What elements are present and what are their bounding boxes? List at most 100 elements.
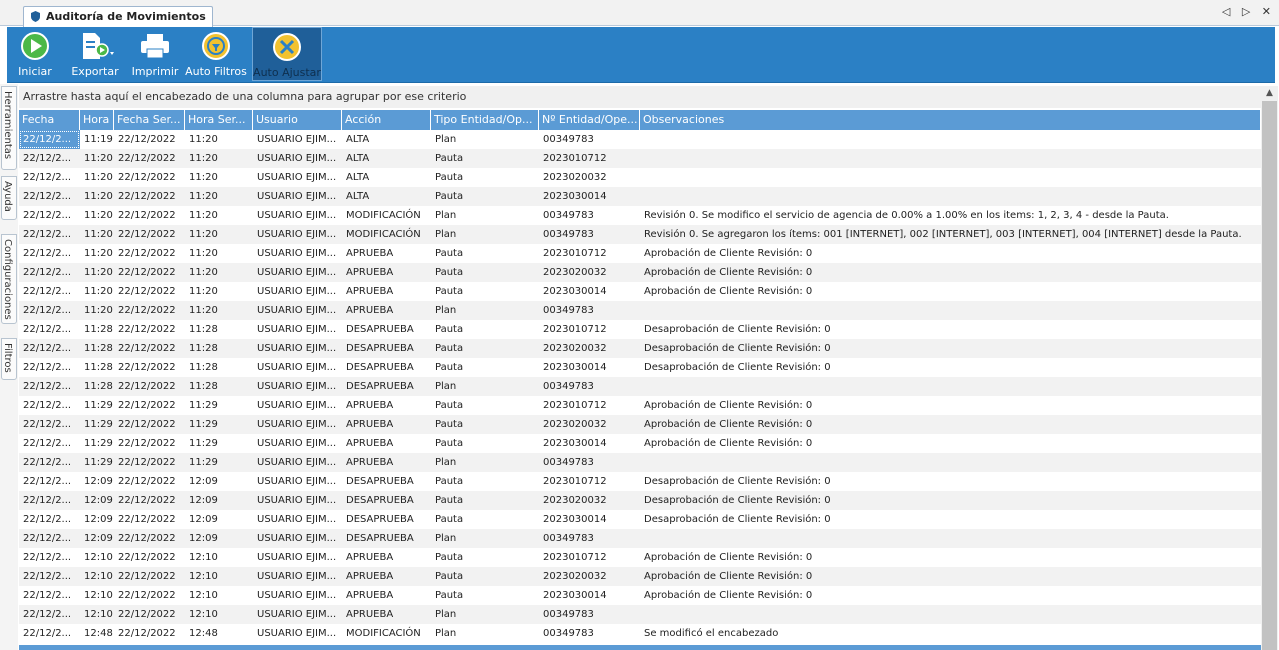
cell-hora-servidor[interactable]: 11:28 [185,358,253,377]
cell-hora-servidor[interactable]: 11:20 [185,130,253,149]
cell-fecha[interactable]: 22/12/2... [19,548,80,567]
cell-accion[interactable]: DESAPRUEBA [342,491,431,510]
cell-accion[interactable]: ALTA [342,168,431,187]
table-row[interactable]: 22/12/2... 12:10 22/12/2022 12:10 USUARIO EJ… [19,605,1261,624]
cell-fecha[interactable]: 22/12/2... [19,225,80,244]
table-row[interactable]: 22/12/2... 12:09 22/12/2022 12:09 USUARIO EJ… [19,491,1261,510]
cell-fecha-servidor[interactable]: 22/12/2022 [114,605,185,624]
cell-numero-entidad[interactable]: 00349783 [539,605,640,624]
cell-accion[interactable]: APRUEBA [342,396,431,415]
cell-numero-entidad[interactable]: 2023010712 [539,548,640,567]
column-header-numero-entidad[interactable]: Nº Entidad/Ope... [539,110,640,130]
table-row[interactable]: 22/12/2... 12:48 22/12/2022 12:48 USUARIO EJ… [19,624,1261,643]
cell-observaciones[interactable]: Aprobación de Cliente Revisión: 0 [640,263,1261,282]
cell-numero-entidad[interactable]: 2023020032 [539,567,640,586]
column-header-accion[interactable]: Acción [342,110,431,130]
cell-fecha[interactable]: 22/12/2... [19,149,80,168]
cell-observaciones[interactable]: Aprobación de Cliente Revisión: 0 [640,434,1261,453]
cell-hora-servidor[interactable]: 11:28 [185,320,253,339]
cell-fecha[interactable]: 22/12/2... [19,244,80,263]
column-header-hora[interactable]: Hora [80,110,114,130]
cell-fecha[interactable]: 22/12/2... [19,282,80,301]
cell-fecha-servidor[interactable]: 22/12/2022 [114,434,185,453]
cell-hora[interactable]: 11:20 [80,206,114,225]
cell-hora[interactable]: 11:29 [80,396,114,415]
cell-observaciones[interactable] [640,149,1261,168]
cell-fecha[interactable]: 22/12/2... [19,624,80,643]
cell-accion[interactable]: APRUEBA [342,453,431,472]
cell-usuario[interactable]: USUARIO EJIM... [253,605,342,624]
cell-numero-entidad[interactable]: 2023030014 [539,510,640,529]
cell-hora-servidor[interactable]: 11:29 [185,396,253,415]
table-row[interactable]: 22/12/2... 12:10 22/12/2022 12:10 USUARIO EJ… [19,567,1261,586]
table-row[interactable]: 22/12/2... 12:10 22/12/2022 12:10 USUARIO EJ… [19,548,1261,567]
cell-usuario[interactable]: USUARIO EJIM... [253,586,342,605]
cell-observaciones[interactable]: Desaprobación de Cliente Revisión: 0 [640,320,1261,339]
cell-hora[interactable]: 11:20 [80,244,114,263]
cell-accion[interactable]: MODIFICACIÓN [342,624,431,643]
cell-tipo-entidad[interactable]: Pauta [431,434,539,453]
cell-observaciones[interactable] [640,605,1261,624]
cell-usuario[interactable]: USUARIO EJIM... [253,206,342,225]
cell-hora-servidor[interactable]: 11:20 [185,244,253,263]
cell-hora[interactable]: 11:20 [80,301,114,320]
cell-hora-servidor[interactable]: 11:20 [185,187,253,206]
table-row[interactable]: 22/12/2... 11:20 22/12/2022 11:20 USUARIO EJ… [19,149,1261,168]
cell-hora-servidor[interactable]: 12:09 [185,472,253,491]
cell-usuario[interactable]: USUARIO EJIM... [253,434,342,453]
cell-fecha[interactable]: 22/12/2... [19,491,80,510]
table-row[interactable]: 22/12/2... 11:28 22/12/2022 11:28 USUARIO EJ… [19,358,1261,377]
cell-hora-servidor[interactable]: 11:28 [185,339,253,358]
cell-observaciones[interactable]: Aprobación de Cliente Revisión: 0 [640,548,1261,567]
cell-fecha[interactable]: 22/12/2... [19,434,80,453]
imprimir-button[interactable]: Imprimir [131,27,179,81]
cell-hora-servidor[interactable]: 11:20 [185,149,253,168]
cell-fecha-servidor[interactable]: 22/12/2022 [114,149,185,168]
table-row[interactable]: 22/12/2... 12:09 22/12/2022 12:09 USUARIO EJ… [19,529,1261,548]
cell-usuario[interactable]: USUARIO EJIM... [253,301,342,320]
cell-hora-servidor[interactable]: 11:20 [185,225,253,244]
cell-tipo-entidad[interactable]: Pauta [431,358,539,377]
cell-hora-servidor[interactable]: 11:20 [185,282,253,301]
cell-numero-entidad[interactable]: 00349783 [539,301,640,320]
cell-tipo-entidad[interactable]: Plan [431,605,539,624]
cell-fecha-servidor[interactable]: 22/12/2022 [114,567,185,586]
cell-numero-entidad[interactable]: 00349783 [539,529,640,548]
cell-hora[interactable]: 11:20 [80,225,114,244]
cell-accion[interactable]: DESAPRUEBA [342,320,431,339]
column-header-fecha-servidor[interactable]: Fecha Ser... [114,110,185,130]
cell-fecha-servidor[interactable]: 22/12/2022 [114,415,185,434]
cell-observaciones[interactable] [640,187,1261,206]
cell-tipo-entidad[interactable]: Plan [431,225,539,244]
table-row[interactable]: 22/12/2... 11:28 22/12/2022 11:28 USUARIO EJ… [19,339,1261,358]
cell-tipo-entidad[interactable]: Plan [431,529,539,548]
cell-hora-servidor[interactable]: 12:10 [185,586,253,605]
cell-accion[interactable]: APRUEBA [342,244,431,263]
cell-usuario[interactable]: USUARIO EJIM... [253,320,342,339]
table-row[interactable]: 22/12/2... 11:29 22/12/2022 11:29 USUARIO EJ… [19,396,1261,415]
cell-hora[interactable]: 11:28 [80,339,114,358]
cell-numero-entidad[interactable]: 2023020032 [539,168,640,187]
cell-fecha-servidor[interactable]: 22/12/2022 [114,377,185,396]
cell-fecha-servidor[interactable]: 22/12/2022 [114,187,185,206]
cell-usuario[interactable]: USUARIO EJIM... [253,282,342,301]
cell-observaciones[interactable]: Aprobación de Cliente Revisión: 0 [640,415,1261,434]
cell-hora[interactable]: 11:28 [80,377,114,396]
cell-observaciones[interactable]: Desaprobación de Cliente Revisión: 0 [640,339,1261,358]
cell-numero-entidad[interactable]: 2023010712 [539,320,640,339]
cell-accion[interactable]: APRUEBA [342,301,431,320]
cell-fecha-servidor[interactable]: 22/12/2022 [114,453,185,472]
cell-hora[interactable]: 12:10 [80,586,114,605]
cell-hora[interactable]: 12:48 [80,624,114,643]
cell-fecha[interactable]: 22/12/2... [19,263,80,282]
cell-accion[interactable]: DESAPRUEBA [342,472,431,491]
cell-accion[interactable]: APRUEBA [342,548,431,567]
cell-hora-servidor[interactable]: 11:29 [185,415,253,434]
cell-observaciones[interactable]: Revisión 0. Se agregaron los ítems: 001 … [640,225,1261,244]
cell-usuario[interactable]: USUARIO EJIM... [253,472,342,491]
cell-tipo-entidad[interactable]: Pauta [431,586,539,605]
cell-fecha-servidor[interactable]: 22/12/2022 [114,320,185,339]
cell-tipo-entidad[interactable]: Pauta [431,168,539,187]
table-row[interactable]: 22/12/2... 11:20 22/12/2022 11:20 USUARIO EJ… [19,244,1261,263]
cell-accion[interactable]: APRUEBA [342,567,431,586]
